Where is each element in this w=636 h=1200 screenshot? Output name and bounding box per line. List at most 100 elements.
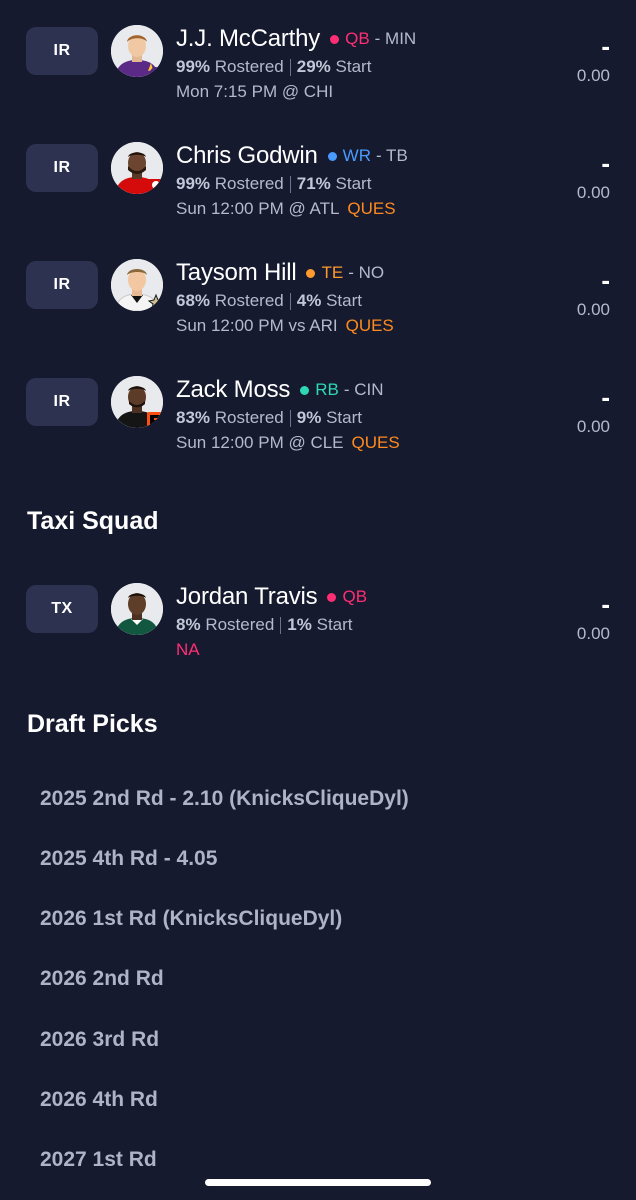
slot-badge[interactable]: IR <box>26 27 98 75</box>
roster-stats: 68% Rostered 4% Start <box>176 288 566 313</box>
projection-dash: - <box>601 589 610 619</box>
player-name[interactable]: J.J. McCarthy <box>176 25 320 53</box>
player-score: 0.00 <box>576 624 610 643</box>
injury-status: QUES <box>347 199 396 218</box>
divider <box>289 293 291 311</box>
team-label: - MIN <box>374 29 417 48</box>
player-score: 0.00 <box>576 183 610 202</box>
draft-pick-item[interactable]: 2027 1st Rd <box>40 1148 157 1172</box>
player-avatar[interactable] <box>111 376 163 428</box>
rostered-percent: 8% <box>176 615 201 634</box>
position-label: RB <box>315 380 339 399</box>
player-score: 0.00 <box>576 66 610 85</box>
start-percent: 71% <box>296 174 331 193</box>
rostered-label: Rostered <box>214 57 284 76</box>
player-avatar[interactable] <box>111 142 163 194</box>
home-indicator[interactable] <box>205 1179 431 1186</box>
section-title-draft-picks: Draft Picks <box>27 710 158 738</box>
start-label: Start <box>326 291 362 310</box>
start-percent: 4% <box>296 291 322 310</box>
position-label: QB <box>345 29 370 48</box>
player-name[interactable]: Chris Godwin <box>176 142 318 170</box>
position-dot <box>306 268 316 278</box>
draft-pick-item[interactable]: 2026 1st Rd (KnicksCliqueDyl) <box>40 907 342 931</box>
vikings-logo-icon <box>148 63 163 77</box>
start-label: Start <box>335 174 372 193</box>
roster-stats: 99% Rostered 29% Start <box>176 54 566 79</box>
player-name[interactable]: Zack Moss <box>176 376 290 404</box>
start-label: Start <box>326 408 362 427</box>
player-avatar[interactable] <box>111 259 163 311</box>
rostered-label: Rostered <box>214 408 284 427</box>
divider <box>289 176 291 194</box>
start-label: Start <box>316 615 353 634</box>
game-time: Sun 12:00 PM @ CLE <box>176 433 344 452</box>
game-info: Sun 12:00 PM vs ARI QUES <box>176 313 566 338</box>
divider <box>280 617 282 635</box>
team-label: - NO <box>348 263 385 282</box>
saints-logo-icon <box>147 293 163 311</box>
projection-dash: - <box>601 31 610 61</box>
position-label: TE <box>321 263 344 282</box>
player-avatar[interactable] <box>111 25 163 77</box>
position-label: QB <box>342 587 368 606</box>
divider <box>289 59 291 77</box>
roster-stats: 83% Rostered 9% Start <box>176 405 566 430</box>
section-title-taxi-squad: Taxi Squad <box>27 507 159 535</box>
game-time: Sun 12:00 PM vs ARI <box>176 316 338 335</box>
divider <box>289 410 291 428</box>
position-dot <box>327 151 337 161</box>
start-percent: 29% <box>296 57 331 76</box>
team-label: - TB <box>375 146 408 165</box>
draft-pick-item[interactable]: 2026 3rd Rd <box>40 1028 159 1052</box>
rostered-percent: 99% <box>176 57 211 76</box>
position-dot <box>300 385 310 395</box>
player-name[interactable]: Jordan Travis <box>176 583 318 611</box>
rostered-label: Rostered <box>205 615 275 634</box>
team-label: - CIN <box>343 380 384 399</box>
injury-status: QUES <box>351 433 400 452</box>
game-info: Mon 7:15 PM @ CHI <box>176 79 566 104</box>
projection-dash: - <box>601 382 610 412</box>
start-label: Start <box>335 57 372 76</box>
start-percent: 9% <box>296 408 322 427</box>
position-label: WR <box>342 146 371 165</box>
player-row[interactable]: TX Jordan Travis QB 8% Rostered 1% Start … <box>0 575 636 675</box>
rostered-label: Rostered <box>214 291 284 310</box>
projection-dash: - <box>601 148 610 178</box>
roster-stats: 99% Rostered 71% Start <box>176 171 566 196</box>
game-status: NA <box>176 640 200 659</box>
bengals-logo-icon <box>147 412 163 428</box>
position-dot <box>330 34 340 44</box>
game-info: Sun 12:00 PM @ ATL QUES <box>176 196 566 221</box>
player-row[interactable]: IR Taysom Hill TE - NO 68% Rostered 4% St… <box>0 251 636 351</box>
roster-stats: 8% Rostered 1% Start <box>176 612 566 637</box>
draft-pick-item[interactable]: 2025 4th Rd - 4.05 <box>40 847 217 871</box>
start-percent: 1% <box>287 615 312 634</box>
player-headshot-icon <box>111 583 163 635</box>
game-info: NA <box>176 637 566 662</box>
player-row[interactable]: IR Chris Godwin WR - TB 99% Rostered 71% … <box>0 134 636 234</box>
rostered-percent: 68% <box>176 291 211 310</box>
player-avatar[interactable] <box>111 583 163 635</box>
rostered-percent: 99% <box>176 174 211 193</box>
slot-badge[interactable]: TX <box>26 585 98 633</box>
player-score: 0.00 <box>576 417 610 436</box>
draft-pick-item[interactable]: 2025 2nd Rd - 2.10 (KnicksCliqueDyl) <box>40 787 409 811</box>
position-dot <box>327 592 337 602</box>
projection-dash: - <box>601 265 610 295</box>
rostered-label: Rostered <box>214 174 284 193</box>
game-info: Sun 12:00 PM @ CLE QUES <box>176 430 566 455</box>
slot-badge[interactable]: IR <box>26 378 98 426</box>
injury-status: QUES <box>345 316 394 335</box>
slot-badge[interactable]: IR <box>26 144 98 192</box>
game-time: Mon 7:15 PM @ CHI <box>176 82 334 101</box>
player-row[interactable]: IR Zack Moss RB - CIN 83% Rostered 9% Sta… <box>0 368 636 468</box>
draft-pick-item[interactable]: 2026 2nd Rd <box>40 967 164 991</box>
draft-pick-item[interactable]: 2026 4th Rd <box>40 1088 158 1112</box>
player-name[interactable]: Taysom Hill <box>176 259 297 287</box>
game-time: Sun 12:00 PM @ ATL <box>176 199 340 218</box>
player-row[interactable]: IR J.J. McCarthy QB - MIN 99% Rostered 29… <box>0 17 636 117</box>
player-score: 0.00 <box>576 300 610 319</box>
slot-badge[interactable]: IR <box>26 261 98 309</box>
